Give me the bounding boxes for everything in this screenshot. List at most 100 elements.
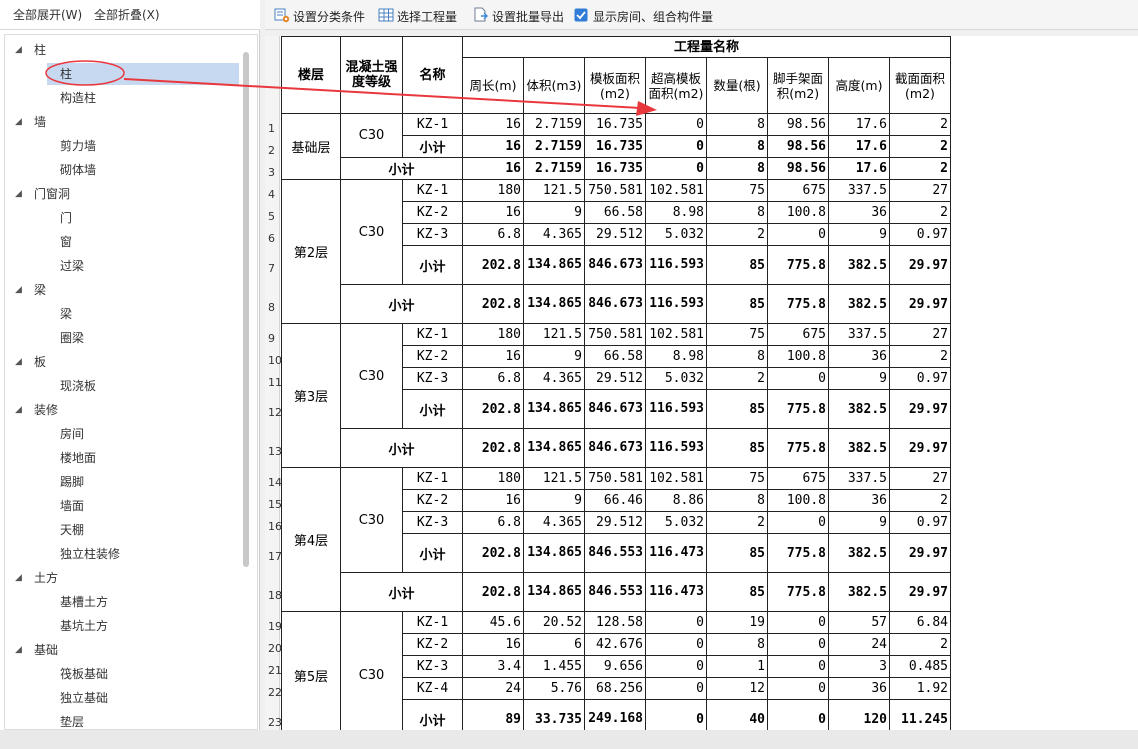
component-name-cell[interactable]: KZ-2 [402,489,463,512]
expand-arrow-icon[interactable]: ◢ [15,638,27,662]
tree-category[interactable]: ◢ 柱 [5,38,241,62]
value-cell: 85 [706,533,768,573]
value-cell: 202.8 [462,284,524,324]
tree-item[interactable]: 柱 [5,62,241,86]
value-cell: 102.581 [645,323,707,346]
tree-item[interactable]: 门 [5,206,241,230]
component-name-cell[interactable]: KZ-1 [402,323,463,346]
set-condition-button[interactable]: 设置分类条件 [274,7,369,24]
tree-category[interactable]: ◢ 土方 [5,566,241,590]
expand-arrow-icon[interactable]: ◢ [15,566,27,590]
batch-export-button[interactable]: 设置批量导出 [473,7,568,24]
component-name-cell[interactable]: KZ-2 [402,201,463,224]
value-cell: 775.8 [767,428,829,468]
component-name-cell[interactable]: KZ-3 [402,367,463,390]
tree-item[interactable]: 垫层 [5,710,241,729]
column-header[interactable]: 周长(m) [462,57,524,114]
tree-item[interactable]: 砌体墙 [5,158,241,182]
tree-item[interactable]: 剪力墙 [5,134,241,158]
floor-subtotal-row[interactable]: 小计 16 2.7159 16.735 0 8 98.56 17.6 2 [282,157,951,180]
tree-item[interactable]: 独立基础 [5,686,241,710]
row-number: 1 [268,121,275,135]
expand-arrow-icon[interactable]: ◢ [15,182,27,206]
component-name-cell[interactable]: KZ-1 [402,113,463,136]
tree-item[interactable]: 墙面 [5,494,241,518]
expand-arrow-icon[interactable]: ◢ [15,278,27,302]
tree-item[interactable]: 筏板基础 [5,662,241,686]
column-header[interactable]: 超高模板面积(m2) [645,57,707,114]
tree-category[interactable]: ◢ 门窗洞 [5,182,241,206]
component-name-cell[interactable]: KZ-1 [402,467,463,490]
table-row[interactable]: 基础层 C30 KZ-1 16 2.7159 16.735 0 8 98.56 17.6 2 [281,113,951,180]
component-name-cell[interactable]: KZ-2 [402,633,463,656]
expand-arrow-icon[interactable]: ◢ [15,110,27,134]
expand-all-button[interactable]: 全部展开(W) [13,6,82,23]
value-cell: 2 [706,223,768,246]
table-row[interactable]: 第2层 C30 KZ-1 180 121.5 750.581 102.581 75 675 337… [281,179,951,324]
component-name-cell[interactable]: KZ-1 [402,611,463,634]
row-number: 8 [268,301,275,314]
tree-category[interactable]: ◢ 梁 [5,278,241,302]
tree-item[interactable]: 梁 [5,302,241,326]
column-header[interactable]: 截面面积(m2) [889,57,951,114]
tree-item[interactable]: 过梁 [5,254,241,278]
tree-item[interactable]: 窗 [5,230,241,254]
column-header[interactable]: 模板面积(m2) [584,57,646,114]
table-row[interactable]: 第4层 C30 KZ-1 180 121.5 750.581 102.581 75 675 337… [281,467,951,612]
floor-subtotal-row[interactable]: 小计 202.8 134.865 846.673 116.593 85 775.8 382.5… [282,428,951,468]
row-number: 3 [268,165,275,179]
value-cell: 775.8 [767,572,829,612]
tree-item[interactable]: 天棚 [5,518,241,542]
tree-item[interactable]: 圈梁 [5,326,241,350]
tree-item[interactable]: 独立柱装修 [5,542,241,566]
tree-category-label: 土方 [34,571,59,585]
column-header[interactable]: 数量(根) [706,57,768,114]
component-name-cell[interactable]: KZ-3 [402,511,463,534]
tree-item[interactable]: 基槽土方 [5,590,241,614]
expand-arrow-icon[interactable]: ◢ [15,38,27,62]
value-cell: 42.676 [584,633,646,656]
row-number: 4 [268,187,275,201]
value-cell: 116.593 [645,389,707,429]
value-cell: 134.865 [523,389,585,429]
tree-scrollbar[interactable] [243,52,249,567]
tree-item[interactable]: 基坑土方 [5,614,241,638]
value-cell: 134.865 [523,533,585,573]
tree-item[interactable]: 楼地面 [5,446,241,470]
tree-item[interactable]: 踢脚 [5,470,241,494]
tree-item-label: 砌体墙 [60,163,97,177]
value-cell: 382.5 [828,533,890,573]
component-name-cell[interactable]: KZ-4 [402,677,463,700]
expand-arrow-icon[interactable]: ◢ [15,350,27,374]
column-header[interactable]: 脚手架面积(m2) [767,57,829,114]
floor-subtotal-row[interactable]: 小计 202.8 134.865 846.673 116.593 85 775.8 382.5… [282,284,951,324]
column-header[interactable]: 高度(m) [828,57,890,114]
tree-category[interactable]: ◢ 装修 [5,398,241,422]
expand-arrow-icon[interactable]: ◢ [15,398,27,422]
component-name-cell[interactable]: KZ-2 [402,345,463,368]
component-name-cell[interactable]: KZ-3 [402,655,463,678]
collapse-all-button[interactable]: 全部折叠(X) [94,6,160,23]
tree-item[interactable]: 房间 [5,422,241,446]
tree-item[interactable]: 现浇板 [5,374,241,398]
checkbox-checked-icon[interactable] [574,8,588,22]
row-number: 13 [268,445,282,458]
tree-category[interactable]: ◢ 墙 [5,110,241,134]
show-rooms-checkbox[interactable]: 显示房间、组合构件量 [574,7,724,24]
value-cell: 2 [706,367,768,390]
select-quantity-button[interactable]: 选择工程量 [378,7,463,24]
component-name-cell[interactable]: KZ-3 [402,223,463,246]
floor-subtotal-row[interactable]: 小计 202.8 134.865 846.553 116.473 85 775.8 382.5… [282,572,951,612]
subtotal-label: 小计 [402,389,463,429]
tree-category[interactable]: ◢ 板 [5,350,241,374]
value-cell: 202.8 [462,428,524,468]
tree-category[interactable]: ◢ 基础 [5,638,241,662]
table-row[interactable]: 第3层 C30 KZ-1 180 121.5 750.581 102.581 75 675 337… [281,323,951,468]
table-row[interactable]: 第5层 C30 KZ-1 45.6 20.52 128.58 0 19 0 57 6.84 [281,611,951,730]
component-name-cell[interactable]: KZ-1 [402,179,463,202]
quantity-table: 楼层 混凝土强度等级 名称 工程量名称 周长(m) 体积(m3) 模板面积(m2) 超… [281,36,951,730]
tree-item[interactable]: 构造柱 [5,86,241,110]
value-cell: 17.6 [828,113,890,136]
value-cell: 9 [828,367,890,390]
column-header[interactable]: 体积(m3) [523,57,585,114]
